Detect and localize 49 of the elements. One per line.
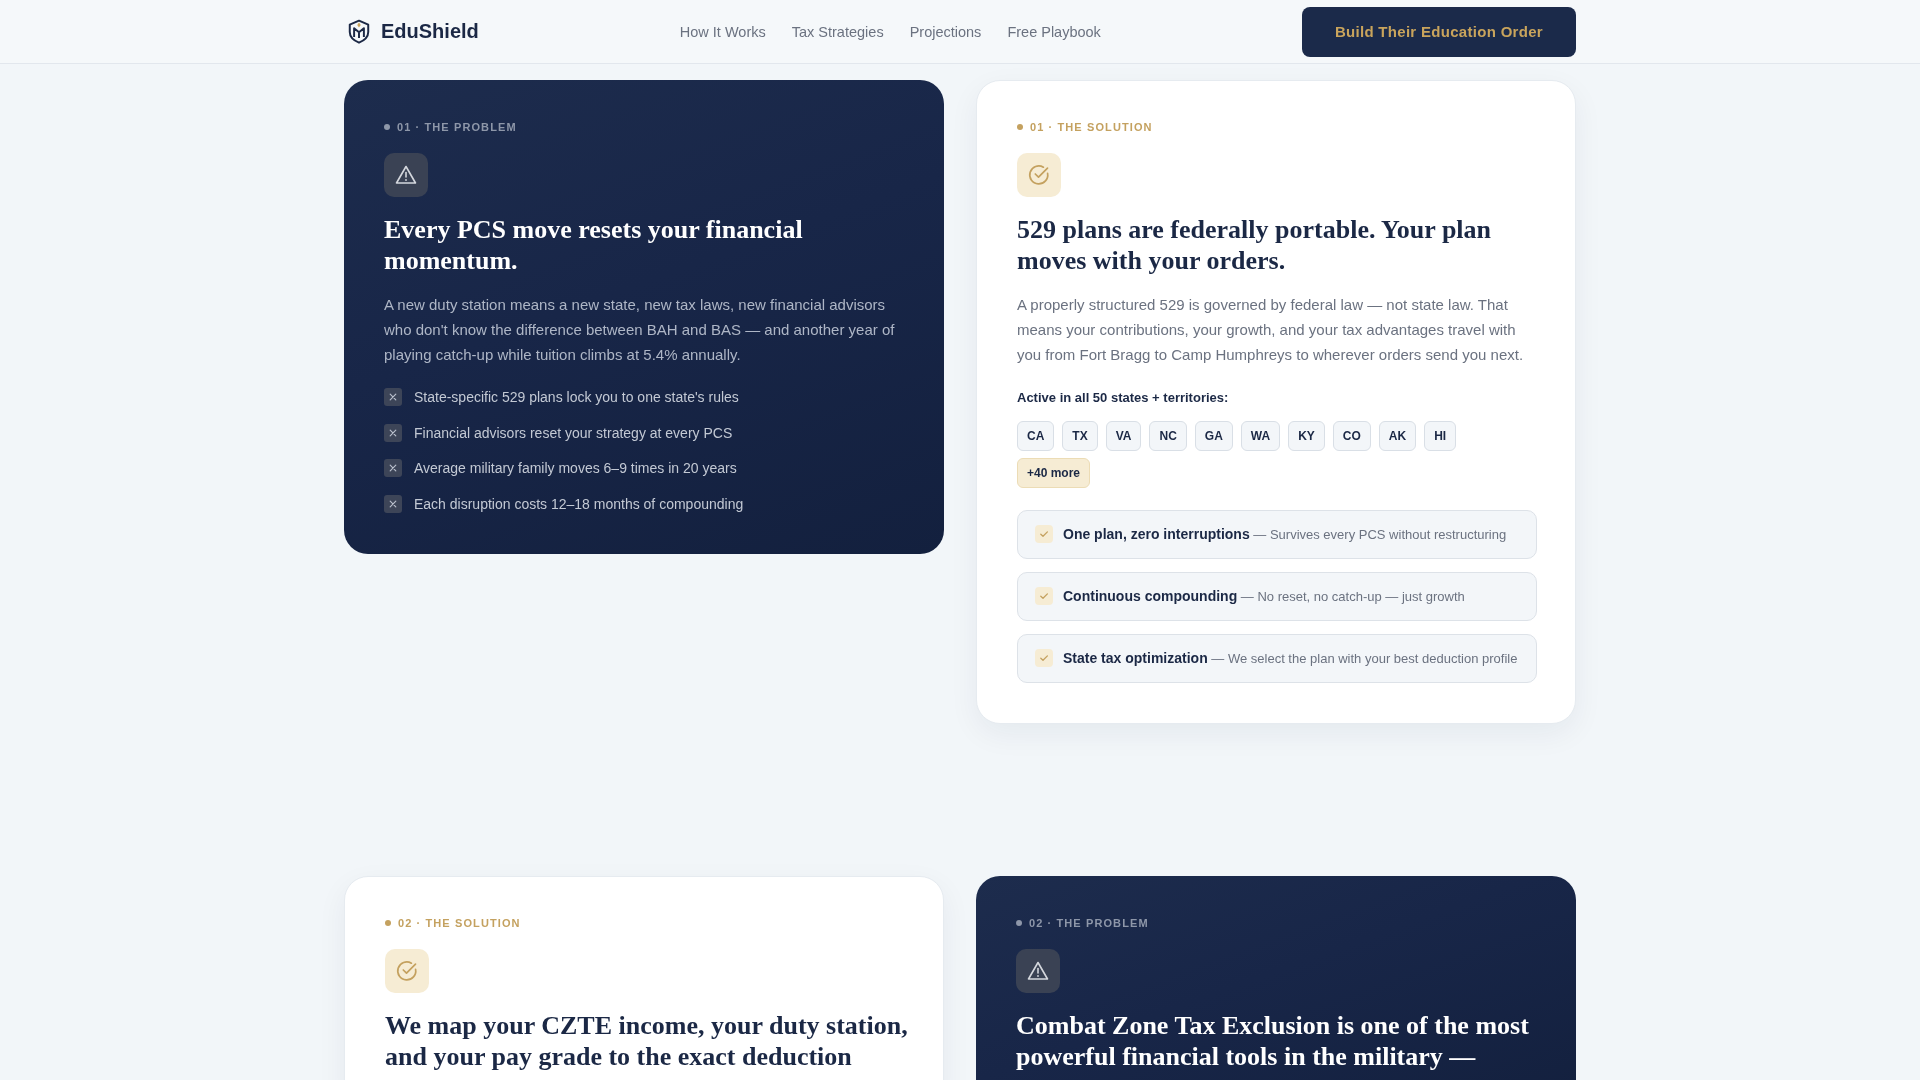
shield-logo-icon[interactable] — [348, 19, 370, 44]
cross-icon — [384, 388, 402, 407]
feature-text: Continuous compounding — No reset, no catch-up — just growth — [1063, 587, 1465, 607]
state-chip: CO — [1332, 421, 1371, 452]
section-label: 02 · THE PROBLEM — [1029, 916, 1149, 931]
warning-icon — [384, 153, 428, 197]
dot-icon — [1017, 124, 1023, 130]
problem-point: Each disruption costs 12–18 months of compounding — [414, 494, 744, 514]
problem-point: State-specific 529 plans lock you to one state's rules — [414, 388, 739, 408]
state-chip: NC — [1149, 421, 1187, 452]
problem-point: Financial advisors reset your strategy at every PCS — [414, 423, 733, 443]
state-chip: CA — [1017, 421, 1055, 452]
cross-icon — [384, 494, 402, 513]
check-icon — [1035, 525, 1053, 544]
state-chip: TX — [1062, 421, 1098, 452]
section-label: 02 · THE SOLUTION — [398, 916, 521, 931]
warning-icon — [1016, 949, 1060, 994]
nav-link[interactable]: How It Works — [679, 23, 766, 40]
card-heading: Combat Zone Tax Exclusion is one of the most powerful financial tools in the military — — [1016, 1010, 1530, 1073]
dot-icon — [1016, 920, 1022, 927]
dot-icon — [384, 124, 390, 130]
nav-link[interactable]: Projections — [909, 23, 982, 40]
section-label: 01 · THE SOLUTION — [1030, 120, 1153, 134]
section-label: 01 · THE PROBLEM — [397, 120, 517, 134]
card-body-text: A properly structured 529 is governed by federal law — not state law. That means your contributions, your growth, and your tax advantages travel with you from Fort Bragg to Camp Humphreys to wherever orders send you next. — [1017, 295, 1525, 365]
state-chip: VA — [1105, 421, 1142, 452]
cross-icon — [384, 459, 402, 478]
check-icon — [1035, 649, 1053, 668]
feature-text: State tax optimization — We select the plan with your best deduction profile — [1063, 649, 1518, 669]
card-body-text: A new duty station means a new state, new tax laws, new financial advisors who don't know the difference between BAH and BAS — and another year of playing catch-up while tuition climbs at 5.4% annually. — [384, 295, 896, 365]
states-label: Active in all 50 states + territories: — [1017, 389, 1230, 408]
cta-button[interactable]: Build Their Education Order — [1301, 6, 1576, 57]
card-heading: Every PCS move resets your financial momentum. — [384, 214, 804, 276]
state-chip: HI — [1424, 421, 1457, 452]
more-states-chip: +40 more — [1017, 458, 1091, 489]
state-chip: KY — [1288, 421, 1325, 452]
card-heading: 529 plans are federally portable. Your plan moves with your orders. — [1017, 214, 1493, 276]
state-chip: GA — [1194, 421, 1233, 452]
cross-icon — [384, 423, 402, 442]
dot-icon — [385, 920, 391, 927]
feature-text: One plan, zero interruptions — Survives every PCS without restructuring — [1063, 525, 1507, 545]
state-chip: AK — [1378, 421, 1417, 452]
card-heading: We map your CZTE income, your duty station, and your pay grade to the exact deduction — [385, 1010, 909, 1073]
check-icon — [1035, 587, 1053, 606]
problem-point: Average military family moves 6–9 times in 20 years — [414, 459, 737, 479]
state-chip: WA — [1240, 421, 1281, 452]
brand-name: EduShield — [381, 20, 479, 43]
nav-link[interactable]: Free Playbook — [1007, 23, 1101, 40]
nav-link[interactable]: Tax Strategies — [791, 23, 884, 40]
